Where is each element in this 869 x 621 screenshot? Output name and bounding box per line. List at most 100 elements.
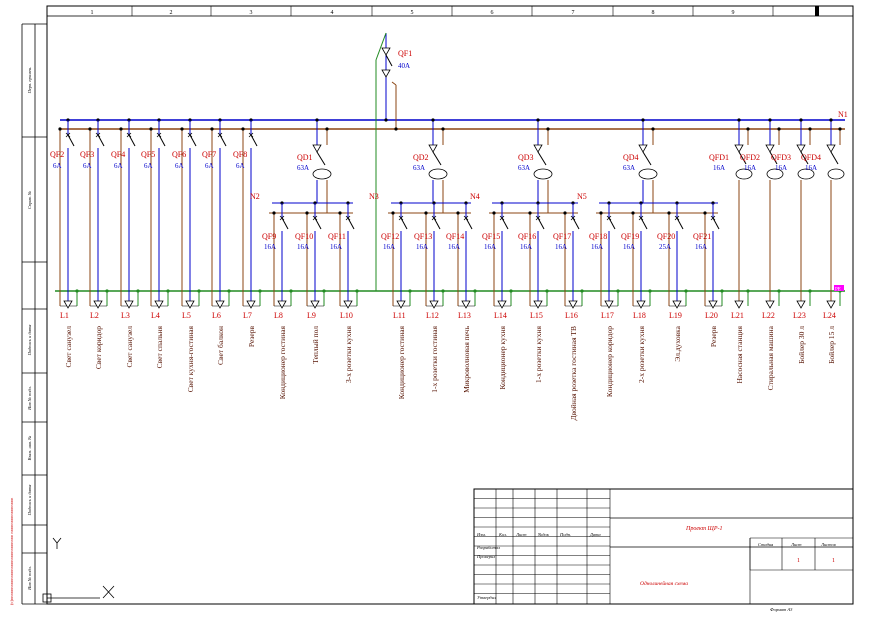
junction-dot <box>777 289 781 293</box>
junction-dot <box>424 211 428 215</box>
junction-dot <box>648 289 652 293</box>
diff-breaker-id: QFD2 <box>740 153 760 162</box>
column-number: 8 <box>652 10 655 16</box>
junction-dot <box>394 127 398 131</box>
line-id: L2 <box>90 311 99 320</box>
stamp-label: Подпись и дата <box>27 484 32 517</box>
junction-dot <box>441 289 445 293</box>
breaker-rating: 6A <box>236 162 245 170</box>
rcd-rating: 63A <box>297 164 309 172</box>
line-description: Бойлер 30 л <box>797 326 806 364</box>
junction-dot <box>631 211 635 215</box>
line-id: L6 <box>212 311 221 320</box>
bus-label: N1 <box>838 110 848 119</box>
column-number: 6 <box>491 10 494 16</box>
junction-dot <box>545 289 549 293</box>
breaker-rating: 6A <box>114 162 123 170</box>
junction-dot <box>599 211 603 215</box>
stamp-label: Взам. инв. № <box>27 436 32 461</box>
tb-header: Кол. <box>498 532 507 537</box>
breaker-id: QF8 <box>233 150 247 159</box>
junction-dot <box>799 118 803 122</box>
junction-dot <box>315 118 319 122</box>
line-description: Резерв <box>709 326 718 348</box>
rcd-id: QD4 <box>623 153 639 162</box>
junction-dot <box>473 289 477 293</box>
junction-dot <box>197 289 201 293</box>
junction-dot <box>384 118 388 122</box>
breaker-id: QF5 <box>141 150 155 159</box>
line-description: Свет спальня <box>155 325 164 368</box>
line-id: L24 <box>823 311 836 320</box>
breaker-rating: 6A <box>83 162 92 170</box>
line-description: Эл.духовка <box>673 325 682 361</box>
breaker-id: QF11 <box>328 232 346 241</box>
breaker-rating: 16A <box>330 243 342 251</box>
junction-dot <box>737 118 741 122</box>
tb-stage: Стадия <box>758 542 773 547</box>
junction-dot <box>166 289 170 293</box>
rcd-rating: 63A <box>623 164 635 172</box>
group-label: N3 <box>369 192 379 201</box>
main-breaker-rating: 40A <box>398 62 410 70</box>
diff-breaker-id: QFD4 <box>801 153 821 162</box>
line-description: Свет балкон <box>216 326 225 365</box>
line-id: L14 <box>494 311 507 320</box>
line-id: L22 <box>762 311 775 320</box>
junction-dot <box>105 289 109 293</box>
stamp-label: Справ. № <box>27 191 32 209</box>
junction-dot <box>325 127 329 131</box>
line-id: L7 <box>243 311 252 320</box>
breaker-id: QF19 <box>621 232 639 241</box>
junction-dot <box>441 127 445 131</box>
tb-role: Проверил <box>476 554 495 559</box>
junction-dot <box>703 211 707 215</box>
stamp-label: Перв. примен. <box>27 67 32 95</box>
stamp-label: Инв № подл. <box>27 386 32 411</box>
tb-sheet-no: 1 <box>797 558 800 564</box>
line-description: Насосная станция <box>735 325 744 383</box>
line-description: Теплый пол <box>311 326 320 364</box>
breaker-id: QF6 <box>172 150 186 159</box>
junction-dot <box>768 118 772 122</box>
breaker-rating: 16A <box>383 243 395 251</box>
line-id: L18 <box>633 311 646 320</box>
junction-dot <box>136 289 140 293</box>
breaker-id: QF18 <box>589 232 607 241</box>
junction-dot <box>808 127 812 131</box>
line-description: Кондиционер гостиная <box>397 325 406 399</box>
breaker-rating: 16A <box>416 243 428 251</box>
junction-dot <box>536 118 540 122</box>
breaker-rating: 16A <box>297 243 309 251</box>
line-id: L13 <box>458 311 471 320</box>
column-number: 1 <box>91 10 94 16</box>
junction-dot <box>684 289 688 293</box>
junction-dot <box>667 211 671 215</box>
junction-dot <box>180 127 184 131</box>
tb-header: Изм. <box>476 532 486 537</box>
line-description: Стиральная машина <box>766 325 775 390</box>
junction-dot <box>777 127 781 131</box>
breaker-rating: 6A <box>205 162 214 170</box>
pe-label: PE <box>835 288 841 293</box>
breaker-id: QF21 <box>693 232 711 241</box>
diff-breaker-rating: 16A <box>713 164 725 172</box>
tb-sheets-total: 1 <box>832 558 835 564</box>
line-description: Свет санузел <box>64 326 73 368</box>
line-description: 1-х розетки кухня <box>534 325 543 383</box>
breaker-id: QF10 <box>295 232 313 241</box>
junction-dot <box>305 211 309 215</box>
junction-dot <box>492 211 496 215</box>
breaker-rating: 25A <box>659 243 671 251</box>
tb-drawing-title: Однолинейная схема <box>640 580 688 587</box>
single-line-diagram: 1 2 3 4 5 6 7 8 9 Перв. примен. Справ. № Подпись и… <box>0 0 869 617</box>
junction-dot <box>456 211 460 215</box>
diff-breaker-rating: 16A <box>805 164 817 172</box>
breaker-id: QF7 <box>202 150 216 159</box>
group-label: N4 <box>470 192 480 201</box>
schematic-sheet: 1 2 3 4 5 6 7 8 9 Перв. примен. Справ. № Подпись и… <box>0 0 869 617</box>
stamp-label: Подпись и дата <box>27 324 32 357</box>
line-description: Двойная розетка гостиная ТВ <box>569 326 578 421</box>
junction-dot <box>563 211 567 215</box>
line-id: L16 <box>565 311 578 320</box>
